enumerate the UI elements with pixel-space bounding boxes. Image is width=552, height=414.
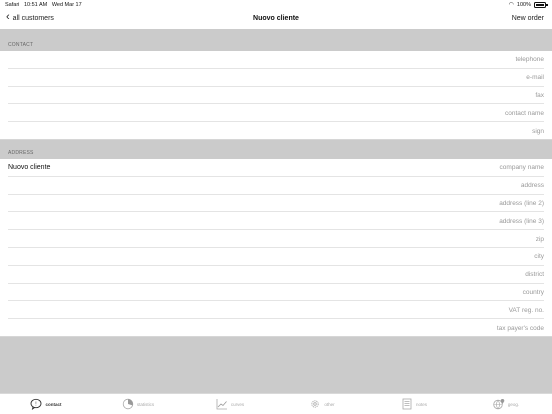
tab-statistics[interactable]: statistics — [92, 394, 184, 414]
status-time: 10:51 AM — [23, 1, 48, 8]
gear-icon — [309, 398, 321, 410]
city-field[interactable] — [344, 253, 544, 261]
status-date: Wed Mar 17 — [51, 1, 82, 8]
address-field[interactable] — [344, 182, 544, 190]
field-row-tax-payer-s-code[interactable] — [0, 319, 552, 337]
address-list: Nuovo cliente — [0, 159, 552, 337]
field-row-address[interactable] — [0, 177, 552, 195]
battery-percent: 100% — [516, 1, 531, 8]
tab-other[interactable]: other — [276, 394, 368, 414]
field-row-zip[interactable] — [0, 230, 552, 248]
status-bar-right: ◠ 100% — [508, 1, 548, 8]
field-row-company-name[interactable]: Nuovo cliente — [0, 159, 552, 177]
pie-chart-icon — [122, 398, 134, 410]
field-row-e-mail[interactable] — [0, 69, 552, 87]
speech-bubble-icon: ! — [30, 398, 42, 410]
field-row-city[interactable] — [0, 248, 552, 266]
svg-text:!: ! — [36, 402, 37, 408]
contact-section-header: CONTACT — [0, 29, 552, 51]
tab-label: geog. — [507, 401, 520, 407]
notes-icon — [401, 398, 413, 410]
new-order-button[interactable]: New order — [512, 15, 544, 22]
zip-field[interactable] — [344, 235, 544, 243]
contact-list — [0, 51, 552, 140]
status-bar-left: Safari 10:51 AM Wed Mar 17 — [5, 2, 82, 8]
nav-bar: ‹ all customers Nuovo cliente New order — [0, 10, 552, 29]
tab-contact[interactable]: ! contact — [0, 394, 92, 414]
tab-label: statistics — [136, 401, 155, 407]
address-line-2-field[interactable] — [344, 199, 544, 207]
field-row-vat-reg-no[interactable] — [0, 301, 552, 319]
vat-reg-no-field[interactable] — [344, 306, 544, 314]
field-row-fax[interactable] — [0, 87, 552, 105]
address-section-header: ADDRESS — [0, 140, 552, 159]
status-bar: Safari 10:51 AM Wed Mar 17 ◠ 100% — [0, 0, 552, 10]
field-row-district[interactable] — [0, 266, 552, 284]
address-header-label: ADDRESS — [8, 149, 34, 156]
status-app: Safari — [5, 1, 20, 8]
field-row-contact-name[interactable] — [0, 104, 552, 122]
tab-label: notes — [415, 401, 427, 407]
tab-geog[interactable]: geog. — [460, 394, 552, 414]
tab-label: curves — [230, 401, 245, 407]
field-row-telephone[interactable] — [0, 51, 552, 69]
fax-field[interactable] — [344, 91, 544, 99]
tax-payer-s-code-field[interactable] — [344, 324, 544, 332]
e-mail-field[interactable] — [344, 74, 544, 82]
contact-name-field[interactable] — [344, 109, 544, 117]
page-title: Nuovo cliente — [253, 15, 299, 22]
telephone-field[interactable] — [344, 56, 544, 64]
field-row-address-line-2[interactable] — [0, 195, 552, 213]
country-field[interactable] — [344, 288, 544, 296]
sign-field[interactable] — [344, 127, 544, 135]
empty-area — [0, 337, 552, 393]
line-chart-icon — [216, 398, 228, 410]
field-row-sign[interactable] — [0, 122, 552, 140]
tab-bar: ! contact statistics curves other notes geog. — [0, 393, 552, 414]
address-line-3-field[interactable] — [344, 217, 544, 225]
field-row-country[interactable] — [0, 284, 552, 302]
field-row-address-line-3[interactable] — [0, 212, 552, 230]
contact-header-label: CONTACT — [8, 41, 34, 48]
company-name-value: Nuovo cliente — [8, 164, 51, 172]
tab-label: other — [324, 401, 335, 407]
company-name-field[interactable] — [344, 164, 544, 172]
battery-icon — [534, 1, 548, 8]
tab-curves[interactable]: curves — [184, 394, 276, 414]
tab-label: contact — [45, 401, 62, 407]
globe-pin-icon — [493, 398, 505, 410]
wifi-icon: ◠ — [508, 1, 514, 8]
district-field[interactable] — [344, 271, 544, 279]
tab-notes[interactable]: notes — [368, 394, 460, 414]
